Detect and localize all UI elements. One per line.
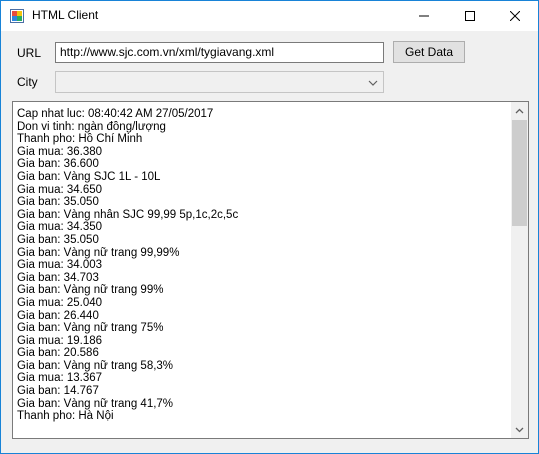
output-line: Gia mua: 13.367 [17, 372, 103, 385]
output-line: Gia mua: 25.040 [17, 296, 103, 309]
url-input[interactable]: http://www.sjc.com.vn/xml/tygiavang.xml [55, 42, 384, 63]
minimize-button[interactable] [401, 1, 447, 31]
output-line: Thanh pho: Hồ Chí Minh [17, 133, 143, 146]
output-line: Gia ban: 35.050 [17, 196, 99, 209]
output-line: Don vi tinh: ngàn đồng/lượng [17, 120, 166, 133]
window-title: HTML Client [32, 8, 99, 22]
output-line: Gia mua: 36.380 [17, 145, 103, 158]
output-line: Gia ban: 20.586 [17, 347, 99, 360]
output-textbox[interactable]: Cap nhat luc: 08:40:42 AM 27/05/2017 Don … [12, 101, 529, 439]
maximize-icon [465, 11, 475, 21]
scroll-up-button[interactable] [511, 102, 528, 119]
scroll-down-icon [515, 427, 524, 432]
output-line: Gia ban: 34.703 [17, 271, 99, 284]
output-line: Gia mua: 34.650 [17, 183, 103, 196]
output-line: Gia mua: 19.186 [17, 334, 103, 347]
output-line: Gia ban: Vàng nữ trang 58,3% [17, 359, 174, 372]
city-select[interactable] [55, 71, 384, 93]
output-lines: Cap nhat luc: 08:40:42 AM 27/05/2017 Don … [17, 108, 507, 423]
app-window-icon [10, 9, 24, 23]
minimize-icon [419, 15, 429, 17]
url-label: URL [17, 46, 42, 60]
output-line: Gia ban: 14.767 [17, 385, 99, 398]
title-bar[interactable]: HTML Client [1, 1, 538, 31]
output-line: Gia ban: 26.440 [17, 309, 99, 322]
chevron-down-icon [367, 76, 379, 94]
vertical-scrollbar[interactable] [511, 102, 528, 438]
output-line: Cap nhat luc: 08:40:42 AM 27/05/2017 [17, 108, 214, 120]
output-line: Thanh pho: Hà Nội [17, 410, 114, 423]
output-line: Gia ban: Vàng nữ trang 99% [17, 284, 164, 297]
output-line: Gia ban: 35.050 [17, 233, 99, 246]
maximize-button[interactable] [447, 1, 493, 31]
app-window: HTML Client URL http://www.sjc.com.vn/xm… [0, 0, 539, 454]
output-line: Gia ban: Vàng nữ trang 41,7% [17, 397, 174, 410]
city-label: City [17, 75, 38, 89]
output-line: Gia ban: Vàng nữ trang 99,99% [17, 246, 180, 259]
output-line: Gia ban: Vàng SJC 1L - 10L [17, 170, 161, 183]
close-button[interactable] [492, 1, 538, 31]
scroll-up-icon [515, 108, 524, 113]
output-line: Gia ban: Vàng nữ trang 75% [17, 322, 164, 335]
close-icon [510, 11, 520, 21]
output-line: Gia mua: 34.003 [17, 259, 103, 272]
scroll-thumb[interactable] [512, 120, 527, 226]
output-line: Gia ban: 36.600 [17, 158, 99, 171]
get-data-button[interactable]: Get Data [393, 41, 465, 63]
output-line: Gia mua: 34.350 [17, 221, 103, 234]
output-line: Gia ban: Vàng nhẫn SJC 99,99 5p,1c,2c,5c [17, 208, 239, 221]
scroll-down-button[interactable] [511, 421, 528, 438]
